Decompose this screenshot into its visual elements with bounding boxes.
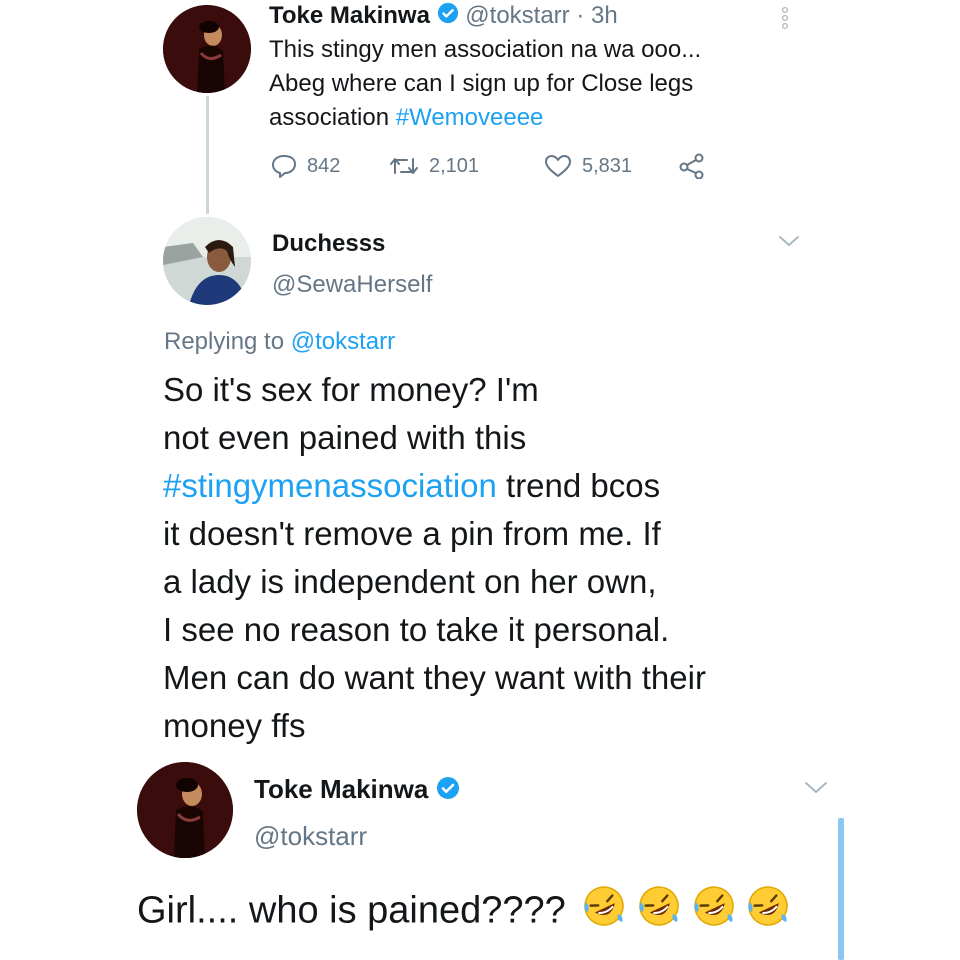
hashtag-link[interactable]: #Wemoveeee: [396, 104, 544, 131]
more-vertical-icon[interactable]: [778, 6, 792, 32]
tweet-time[interactable]: · 3h: [576, 2, 617, 29]
tweet-text-line: I see no reason to take it personal.: [163, 611, 670, 648]
tweet-3-author: Toke Makinwa @tokstarr: [254, 772, 460, 853]
share-icon: [679, 153, 705, 179]
avatar-toke-makinwa[interactable]: [163, 5, 251, 93]
tweet-text: Girl.... who is pained????: [137, 889, 566, 932]
tweet-text-line: a lady is independent on her own,: [163, 563, 657, 600]
retweet-button[interactable]: 2,101: [389, 154, 544, 178]
thread-connector-line: [206, 96, 209, 214]
author-name[interactable]: Duchesss: [272, 228, 432, 260]
reply-count: 842: [307, 154, 341, 177]
author-name[interactable]: Toke Makinwa: [254, 774, 428, 804]
reply-icon: [271, 154, 297, 178]
tweet-text-plain: association: [269, 104, 396, 131]
author-name[interactable]: Toke Makinwa: [269, 2, 430, 29]
tweet-3-text: Girl.... who is pained????: [137, 884, 790, 941]
tweet-text-line: it doesn't remove a pin from me. If: [163, 515, 661, 552]
share-button[interactable]: [679, 153, 705, 179]
replying-to-label: Replying to: [164, 328, 291, 355]
retweet-icon: [389, 154, 419, 178]
tweet-text-line: #stingymenassociation trend bcos: [163, 462, 706, 510]
verified-badge-icon: [437, 1, 459, 33]
tweet-text-line: Men can do want they want with their: [163, 659, 706, 696]
author-handle[interactable]: @SewaHerself: [272, 269, 432, 301]
rofl-emoji-icon: [637, 884, 681, 941]
avatar-toke-makinwa[interactable]: [137, 762, 233, 858]
tweet-text-line: money ffs: [163, 707, 306, 744]
emoji-group: [582, 886, 790, 932]
tweet-1-text: This stingy men association na wa ooo...…: [269, 33, 701, 135]
replying-to: Replying to @tokstarr: [164, 326, 395, 358]
chevron-down-icon[interactable]: [778, 234, 800, 253]
tweet-text-plain: trend bcos: [496, 467, 661, 504]
chevron-down-icon[interactable]: [804, 780, 828, 801]
tweet-text-line: association #Wemoveeee: [269, 101, 701, 135]
rofl-emoji-icon: [582, 884, 626, 941]
tweet-text-line: This stingy men association na wa ooo...: [269, 36, 702, 63]
heart-icon: [544, 154, 572, 178]
rofl-emoji-icon: [692, 884, 736, 941]
tweet-text-line: not even pained with this: [163, 419, 527, 456]
verified-badge-icon: [436, 774, 460, 808]
retweet-count: 2,101: [429, 154, 480, 177]
tweet-text-line: So it's sex for money? I'm: [163, 371, 539, 408]
like-count: 5,831: [582, 154, 633, 177]
avatar-duchesss[interactable]: [163, 217, 251, 305]
like-button[interactable]: 5,831: [544, 154, 679, 178]
rofl-emoji-icon: [746, 884, 790, 941]
author-handle[interactable]: @tokstarr: [465, 2, 569, 29]
tweet-1-actions: 842 2,101 5,831: [271, 150, 705, 182]
author-handle[interactable]: @tokstarr: [254, 819, 460, 853]
replying-to-handle[interactable]: @tokstarr: [291, 328, 395, 355]
hashtag-link[interactable]: #stingymenassociation: [163, 467, 497, 504]
tweet-2-author: Duchesss @SewaHerself: [272, 228, 432, 301]
tweet-2-text: So it's sex for money? I'm not even pain…: [163, 366, 706, 750]
scroll-indicator[interactable]: [838, 818, 844, 960]
reply-button[interactable]: 842: [271, 154, 389, 178]
tweet-text-line: Abeg where can I sign up for Close legs: [269, 70, 694, 97]
tweet-1-header: Toke Makinwa @tokstarr · 3h: [269, 0, 618, 33]
